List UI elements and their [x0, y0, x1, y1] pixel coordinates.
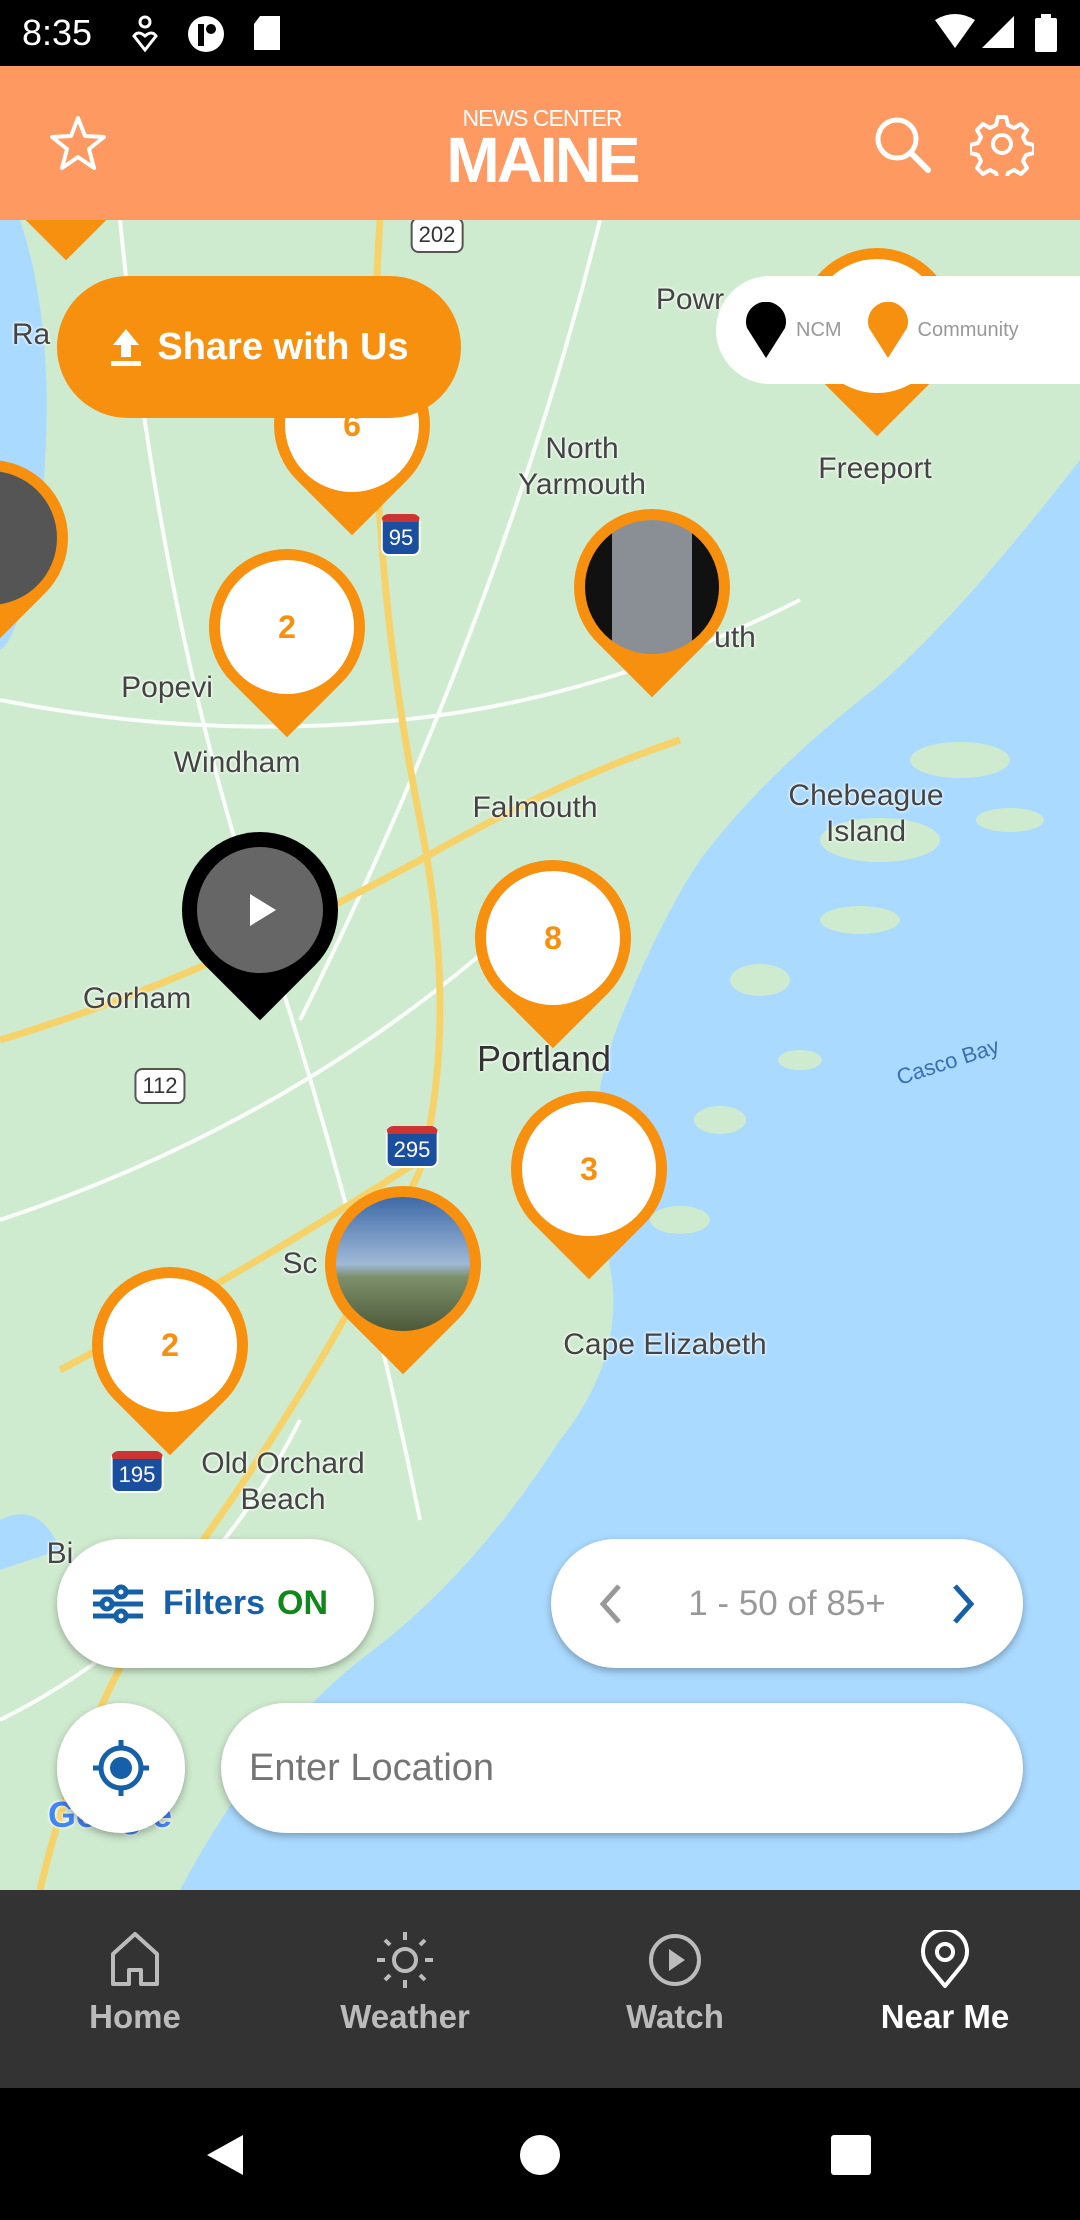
status-time: 8:35	[22, 12, 93, 53]
ncm-pin-icon	[746, 302, 786, 358]
map-label-freeport: Freeport	[818, 452, 932, 485]
app-notification-icon	[188, 16, 224, 52]
back-icon[interactable]	[205, 2133, 245, 2177]
map-label-windham: Windham	[173, 746, 301, 779]
home-circle-icon[interactable]	[519, 2134, 561, 2176]
sliders-icon	[93, 1584, 143, 1623]
chevron-left-icon[interactable]	[599, 1583, 623, 1624]
map-label-pownal: Powr	[655, 283, 725, 316]
route-112-shield: 112	[134, 1068, 186, 1104]
chevron-right-icon[interactable]	[951, 1583, 975, 1624]
location-pin-icon	[921, 1927, 969, 1988]
location-input-container	[221, 1703, 1023, 1833]
share-with-us-button[interactable]: Share with Us	[57, 276, 461, 418]
crosshair-location-icon	[93, 1740, 149, 1796]
map-label-falmouth: Falmouth	[472, 791, 598, 824]
nav-item-near-me[interactable]: Near Me	[810, 1890, 1080, 2088]
community-pin-icon	[867, 302, 908, 358]
my-location-button[interactable]	[57, 1703, 185, 1833]
play-icon	[250, 894, 276, 926]
map-label-yarmouth: uth	[714, 621, 756, 654]
star-icon[interactable]	[46, 112, 110, 176]
nav-item-home[interactable]: Home	[0, 1890, 270, 2088]
wifi-icon	[935, 14, 975, 48]
nav-item-weather[interactable]: Weather	[270, 1890, 540, 2088]
battery-icon	[1035, 14, 1057, 52]
home-icon	[111, 1932, 159, 1986]
map-label-gorham: Gorham	[82, 982, 192, 1015]
map-label-portland: Portland	[476, 1038, 612, 1079]
pagination-control: 1 - 50 of 85+	[551, 1539, 1023, 1668]
interstate-95-shield: 95	[380, 514, 422, 556]
news-center-maine-logo: NEWS CENTER MAINE	[446, 105, 640, 196]
pagination-text: 1 - 50 of 85+	[688, 1583, 886, 1623]
map-label-old-orchard-beach: Old Orchard Beach	[201, 1447, 365, 1516]
signal-icon	[982, 16, 1014, 48]
sd-card-icon	[254, 16, 280, 50]
app-header: NEWS CENTER MAINE	[0, 66, 1080, 220]
filters-button[interactable]: Filters ON	[57, 1539, 374, 1668]
notification-icon	[132, 15, 158, 53]
interstate-195-shield: 195	[110, 1451, 164, 1493]
map-label-chebeague-island: Chebeague Island	[788, 779, 944, 848]
map-label-sc: Sc	[282, 1247, 318, 1280]
recents-icon[interactable]	[830, 2134, 872, 2176]
map-label-popeville: Popevi	[121, 671, 213, 704]
map-label-ra: Ra	[11, 318, 51, 351]
route-202-shield: 202	[410, 220, 464, 253]
play-circle-icon	[649, 1934, 701, 1986]
map-legend: NCM Community	[716, 276, 1080, 384]
interstate-295-shield: 295	[385, 1126, 439, 1168]
enter-location-input[interactable]	[249, 1746, 989, 1790]
search-icon[interactable]	[870, 112, 934, 176]
upload-icon	[111, 329, 142, 366]
system-nav-bar	[0, 2088, 1080, 2220]
map-label-cape-elizabeth: Cape Elizabeth	[563, 1328, 767, 1361]
nav-item-watch[interactable]: Watch	[540, 1890, 810, 2088]
gear-icon[interactable]	[970, 112, 1034, 176]
sun-icon	[377, 1932, 433, 1988]
status-bar: 8:35	[0, 0, 1080, 66]
bottom-nav: Home Weather Watch Near Me	[0, 1890, 1080, 2088]
map-label-north-yarmouth: North Yarmouth	[518, 432, 646, 501]
